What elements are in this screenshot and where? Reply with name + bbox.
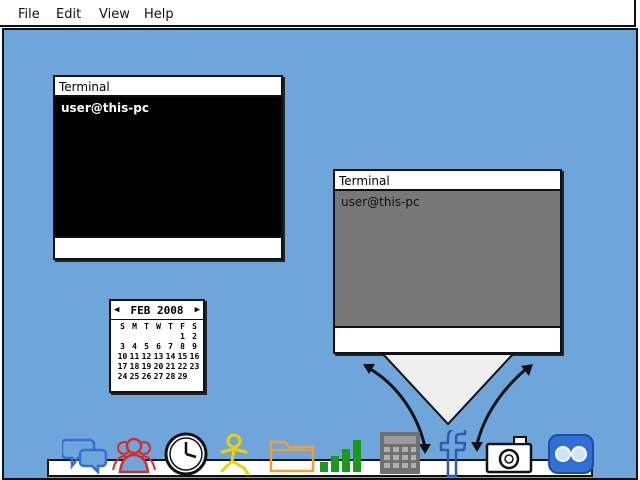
calendar-day[interactable]: 26: [141, 372, 152, 382]
calendar-day: [153, 332, 164, 342]
contacts-icon[interactable]: [110, 436, 158, 474]
facebook-icon[interactable]: [436, 430, 470, 478]
calendar-day[interactable]: 15: [177, 352, 188, 362]
calendar-day[interactable]: 28: [165, 372, 176, 382]
window-status-bar: [55, 236, 281, 258]
buddy-icon[interactable]: [216, 432, 256, 476]
calendar-day[interactable]: 25: [129, 372, 140, 382]
menu-help[interactable]: Help: [144, 7, 174, 22]
terminal-body[interactable]: user@this-pc: [55, 97, 281, 238]
calendar-day[interactable]: 5: [141, 342, 152, 352]
weekday-label: S: [192, 322, 197, 331]
menu-view[interactable]: View: [99, 7, 130, 22]
calendar-day: [165, 332, 176, 342]
messenger-icon[interactable]: [546, 432, 596, 476]
calendar-day[interactable]: 14: [165, 352, 176, 362]
weekday-label: S: [120, 322, 125, 331]
weekday-label: T: [168, 322, 173, 331]
folder-icon[interactable]: [268, 434, 316, 474]
calendar-day[interactable]: 29: [177, 372, 188, 382]
calendar-day[interactable]: 16: [189, 352, 200, 362]
calendar-widget[interactable]: ◀ FEB 2008 ▶ S M T W T F S 1 2 3 4 5 6 7 8 9 10 11 12 13 14 1…: [109, 299, 205, 393]
camera-icon[interactable]: [484, 432, 534, 476]
calendar-day[interactable]: 22: [177, 362, 188, 372]
menu-edit[interactable]: Edit: [56, 7, 81, 22]
calendar-day[interactable]: 20: [153, 362, 164, 372]
calendar-day[interactable]: 21: [165, 362, 176, 372]
terminal-body[interactable]: user@this-pc: [335, 191, 560, 328]
calendar-day[interactable]: 8: [177, 342, 188, 352]
terminal-prompt: user@this-pc: [341, 195, 420, 209]
calendar-day[interactable]: 6: [153, 342, 164, 352]
calendar-day[interactable]: 23: [189, 362, 200, 372]
weekday-label: F: [180, 322, 185, 331]
window-status-bar: [335, 326, 560, 352]
calendar-day[interactable]: 1: [177, 332, 188, 342]
calendar-day[interactable]: 17: [117, 362, 128, 372]
window-title[interactable]: Terminal: [55, 77, 281, 97]
prev-month-icon[interactable]: ◀: [114, 305, 119, 315]
calendar-day[interactable]: 19: [141, 362, 152, 372]
calendar-day[interactable]: 4: [129, 342, 140, 352]
calendar-day[interactable]: 11: [129, 352, 140, 362]
calendar-day[interactable]: 9: [189, 342, 200, 352]
calendar-day: [117, 332, 128, 342]
weekday-label: T: [144, 322, 149, 331]
terminal-prompt: user@this-pc: [61, 101, 149, 115]
calendar-day[interactable]: 2: [189, 332, 200, 342]
window-title[interactable]: Terminal: [335, 171, 560, 191]
weekday-label: W: [156, 322, 161, 331]
calendar-day[interactable]: 10: [117, 352, 128, 362]
calendar-day: [141, 332, 152, 342]
menu-bar: File Edit View Help: [0, 0, 636, 27]
calendar-day[interactable]: 24: [117, 372, 128, 382]
calendar-day[interactable]: 27: [153, 372, 164, 382]
arrowhead: [471, 442, 483, 452]
clock-icon[interactable]: [164, 432, 208, 476]
calendar-day[interactable]: 3: [117, 342, 128, 352]
calendar-day[interactable]: 18: [129, 362, 140, 372]
calendar-month: FEB 2008: [130, 303, 184, 317]
chat-icon[interactable]: [62, 434, 108, 474]
calculator-icon[interactable]: [378, 430, 422, 476]
menu-file[interactable]: File: [18, 7, 40, 22]
calendar-day: [129, 332, 140, 342]
calendar-day[interactable]: 12: [141, 352, 152, 362]
next-month-icon[interactable]: ▶: [195, 305, 200, 315]
terminal-window-active[interactable]: Terminal user@this-pc: [53, 75, 283, 260]
calendar-day[interactable]: 13: [153, 352, 164, 362]
callout-triangle: [380, 353, 516, 426]
calendar-day[interactable]: 7: [165, 342, 176, 352]
signal-icon[interactable]: [318, 434, 366, 474]
calendar-grid: S M T W T F S 1 2 3 4 5 6 7 8 9 10 11 12 13 14 15 16 17 18 19 20 21…: [111, 320, 203, 382]
terminal-window-inactive[interactable]: Terminal user@this-pc: [333, 169, 562, 354]
weekday-label: M: [132, 322, 137, 331]
